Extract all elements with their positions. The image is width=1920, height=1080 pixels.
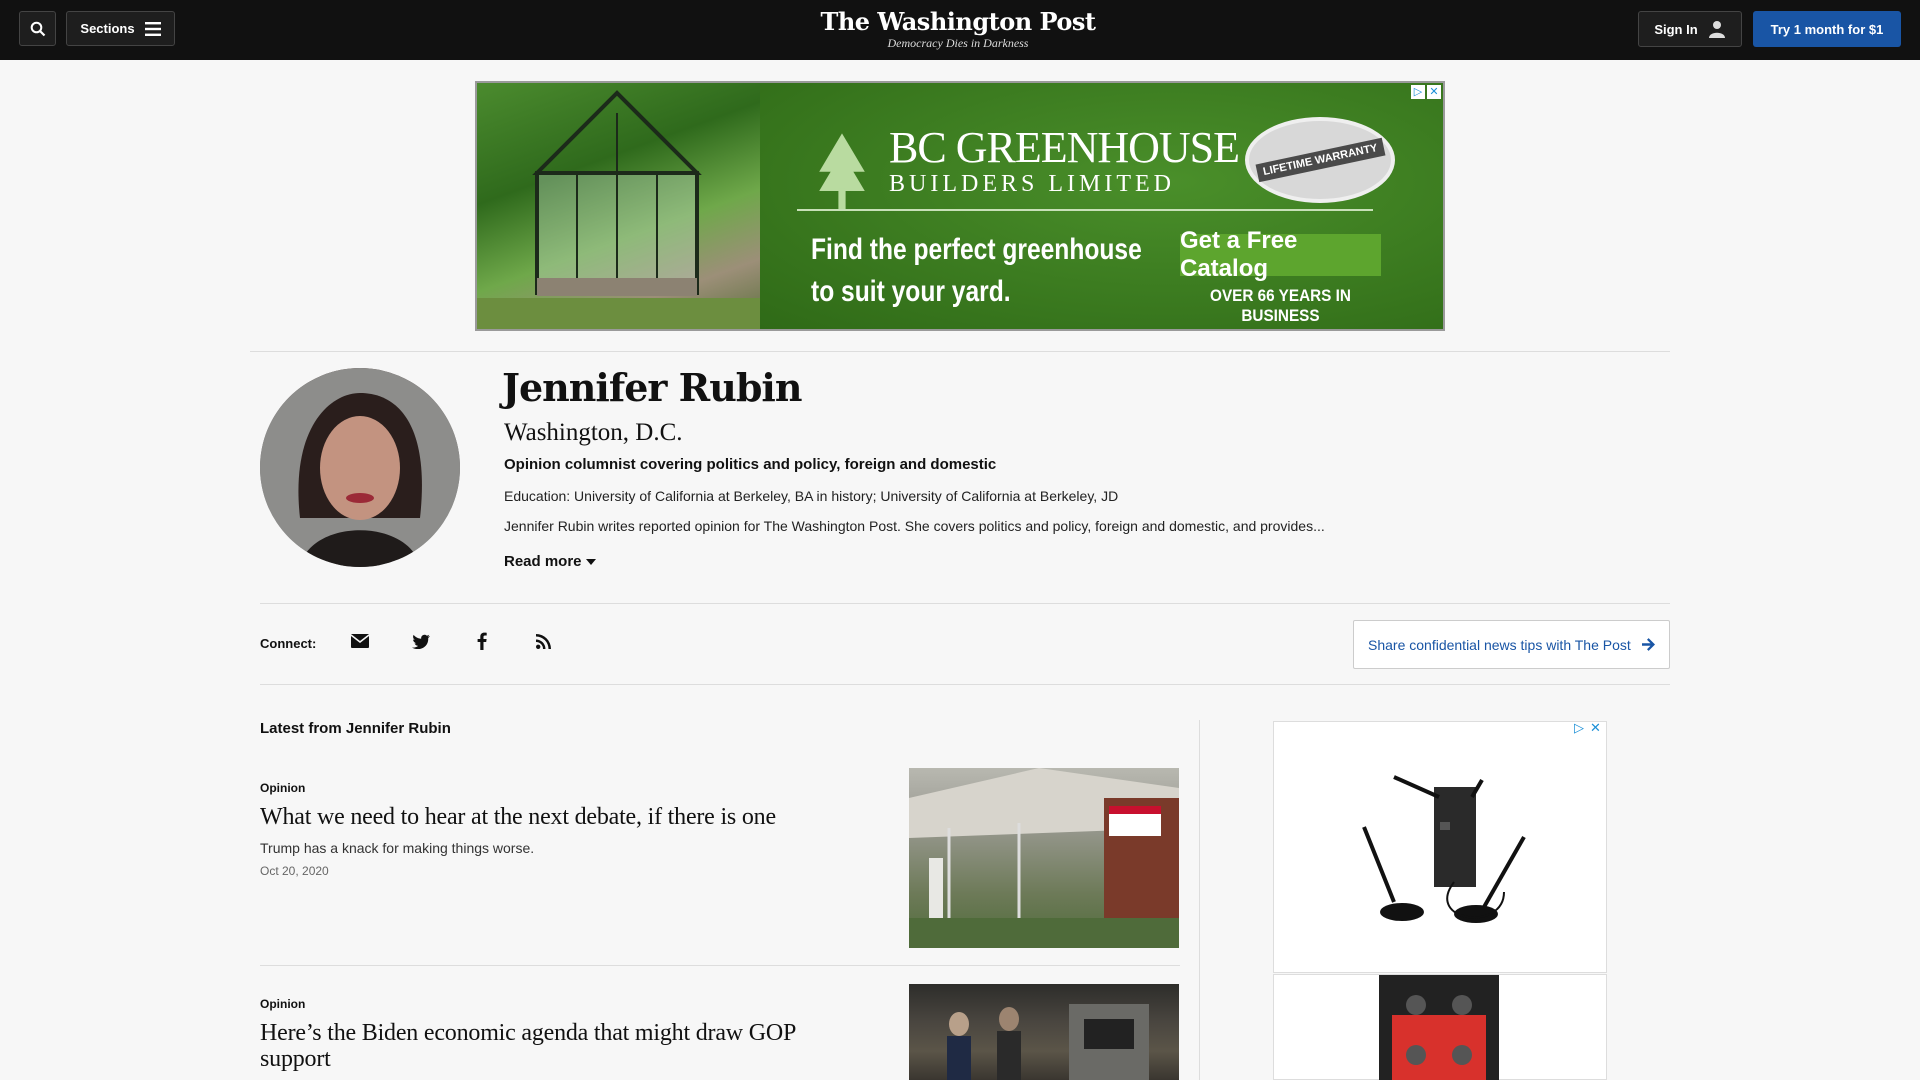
- rss-icon[interactable]: [532, 630, 554, 652]
- email-icon[interactable]: [349, 630, 371, 652]
- article-card[interactable]: Opinion Here’s the Biden economic agenda…: [260, 984, 1180, 1080]
- logo-tagline: Democracy Dies in Darkness: [887, 36, 1029, 50]
- article-thumbnail[interactable]: [909, 984, 1179, 1080]
- divider: [260, 684, 1670, 685]
- article-title[interactable]: What we need to hear at the next debate,…: [260, 804, 860, 830]
- author-education: Education: University of California at B…: [504, 488, 1119, 504]
- search-button[interactable]: [19, 11, 56, 46]
- article-divider: [260, 965, 1180, 966]
- article-card[interactable]: Opinion What we need to hear at the next…: [260, 768, 1180, 968]
- article-blurb: Trump has a knack for making things wors…: [260, 840, 535, 856]
- ad-divider: [797, 209, 1373, 211]
- ad-choices-icon[interactable]: ▷: [1411, 85, 1425, 99]
- sections-menu-button[interactable]: Sections: [66, 11, 175, 46]
- author-avatar: [260, 368, 460, 567]
- article-date: Oct 20, 2020: [260, 864, 329, 878]
- author-name: Jennifer Rubin: [502, 365, 802, 410]
- greenhouse-photo: [477, 83, 760, 329]
- latest-heading: Latest from Jennifer Rubin: [260, 720, 451, 737]
- author-tagline: Opinion columnist covering politics and …: [504, 456, 997, 473]
- hamburger-menu-icon: [144, 21, 161, 36]
- article-kicker[interactable]: Opinion: [260, 997, 305, 1011]
- caret-down-icon: [585, 559, 596, 565]
- product-sidebar-ad-2[interactable]: [1273, 974, 1607, 1080]
- warranty-seal: LIFETIME WARRANTY: [1245, 117, 1395, 203]
- product-sidebar-ad[interactable]: [1273, 721, 1607, 973]
- ad-headline: Find the perfect greenhouse to suit your…: [811, 229, 1188, 313]
- ad-headline-line2: to suit your yard.: [811, 275, 1011, 308]
- warranty-seal-text: LIFETIME WARRANTY: [1255, 137, 1385, 183]
- search-icon: [30, 21, 45, 36]
- ad-choices[interactable]: ▷ ✕: [1411, 85, 1441, 99]
- ad-headline-line1: Find the perfect greenhouse: [811, 233, 1142, 266]
- column-divider: [1199, 720, 1200, 1080]
- read-more-label: Read more: [504, 553, 582, 570]
- ad-years-text: OVER 66 YEARS IN BUSINESS: [1210, 286, 1351, 325]
- connect-label: Connect:: [260, 636, 317, 651]
- article-thumbnail[interactable]: [909, 768, 1179, 948]
- divider: [260, 603, 1670, 604]
- arrow-right-icon: [1642, 638, 1655, 651]
- news-tips-button[interactable]: Share confidential news tips with The Po…: [1353, 620, 1670, 669]
- ad-brand-line1: BC GREENHOUSE: [889, 123, 1240, 172]
- ad-brand: BC GREENHOUSE BUILDERS LIMITED: [889, 123, 1240, 198]
- sign-in-button[interactable]: Sign In: [1638, 11, 1742, 47]
- greenhouse-banner-ad[interactable]: BC GREENHOUSE BUILDERS LIMITED LIFETIME …: [475, 81, 1445, 331]
- ad-close-icon[interactable]: ✕: [1590, 720, 1601, 736]
- user-icon: [1708, 21, 1725, 38]
- twitter-icon[interactable]: [410, 630, 432, 652]
- sign-in-label: Sign In: [1654, 21, 1698, 37]
- news-tips-label: Share confidential news tips with The Po…: [1368, 636, 1631, 653]
- sections-label: Sections: [80, 21, 135, 36]
- leaf-logo-icon: [819, 133, 865, 211]
- top-navigation-bar: Sections The Washington Post Democracy D…: [0, 0, 1920, 60]
- divider: [250, 351, 1670, 352]
- article-kicker[interactable]: Opinion: [260, 781, 305, 795]
- article-title[interactable]: Here’s the Biden economic agenda that mi…: [260, 1020, 860, 1072]
- ad-choices-icon[interactable]: ▷: [1574, 720, 1584, 736]
- author-location: Washington, D.C.: [504, 419, 683, 446]
- router-product-image: [1362, 775, 1526, 923]
- logo-title: The Washington Post: [820, 7, 1096, 36]
- read-more-button[interactable]: Read more: [504, 553, 596, 571]
- ad-close-icon[interactable]: ✕: [1427, 85, 1441, 99]
- sidebar-ad-choices[interactable]: ▷ ✕: [1574, 720, 1601, 736]
- washington-post-logo[interactable]: The Washington Post Democracy Dies in Da…: [820, 7, 1096, 51]
- connector-product-image: [1379, 975, 1499, 1080]
- facebook-icon[interactable]: [471, 630, 493, 652]
- author-bio: Jennifer Rubin writes reported opinion f…: [504, 518, 1325, 534]
- ad-catalog-button[interactable]: Get a Free Catalog: [1180, 227, 1381, 282]
- subscribe-trial-button[interactable]: Try 1 month for $1: [1753, 11, 1901, 47]
- ad-brand-line2: BUILDERS LIMITED: [889, 171, 1175, 197]
